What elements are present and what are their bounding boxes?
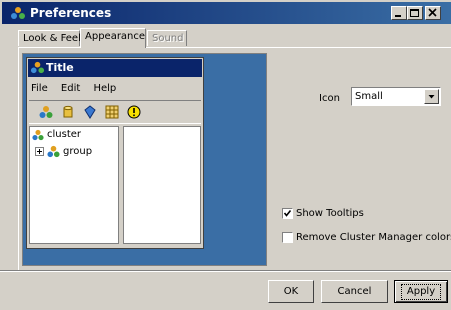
icon-size-label: Icon <box>319 93 340 104</box>
tab-label: Sound <box>152 33 184 44</box>
ok-button[interactable]: OK <box>268 280 314 303</box>
app-icon <box>11 7 25 19</box>
icon-size-value: Small <box>355 91 383 102</box>
menu-edit: Edit <box>60 83 81 94</box>
dropdown-button[interactable] <box>424 89 439 104</box>
tab-label: Look & Feel <box>23 33 81 44</box>
preview-title: Title <box>46 61 74 74</box>
show-tooltips-label[interactable]: Show Tooltips <box>296 207 364 220</box>
preview-title-bar: Title <box>28 59 202 77</box>
tab-label: Appearance <box>85 31 146 42</box>
checkmark-icon <box>283 210 292 217</box>
preview-detail-pane <box>123 126 201 244</box>
close-button[interactable] <box>425 6 441 20</box>
window-title: Preferences <box>30 6 112 20</box>
cancel-button[interactable]: Cancel <box>321 280 388 303</box>
tab-look-and-feel[interactable]: Look & Feel <box>18 30 81 46</box>
preview-toolbar <box>29 100 201 124</box>
icon-size-select[interactable]: Small <box>351 87 441 106</box>
tree-item-cluster: cluster <box>47 129 82 140</box>
cluster-icon <box>32 129 44 141</box>
preview-menu-bar: File Edit Help <box>31 82 126 95</box>
preview-app-icon <box>30 61 45 74</box>
menu-file: File <box>31 83 48 94</box>
group-icon <box>47 145 60 158</box>
tree-item-group: group <box>63 146 93 157</box>
maximize-icon <box>410 9 419 17</box>
cluster-icon <box>39 106 53 118</box>
warning-icon <box>127 105 141 119</box>
remove-colors-checkbox[interactable] <box>282 232 293 243</box>
close-icon <box>428 8 437 17</box>
chevron-down-icon <box>428 95 435 99</box>
apply-label: Apply <box>400 283 442 300</box>
minimize-button[interactable] <box>391 6 407 20</box>
title-bar[interactable]: Preferences <box>2 2 451 24</box>
menu-help: Help <box>93 83 117 94</box>
preview-window: Title File Edit Help cluster group <box>26 57 204 249</box>
database-icon <box>63 105 73 118</box>
grid-icon <box>105 105 119 119</box>
minimize-icon <box>395 15 401 17</box>
apply-button[interactable]: Apply <box>394 280 448 303</box>
maximize-button[interactable] <box>407 6 423 20</box>
expand-plus-icon <box>35 147 44 156</box>
preferences-window: Preferences Look & Feel Appearance Sound… <box>0 0 451 310</box>
tab-sound[interactable]: Sound <box>147 30 187 46</box>
gem-icon <box>84 105 96 119</box>
button-separator <box>0 270 451 272</box>
remove-colors-label[interactable]: Remove Cluster Manager colors <box>296 231 451 244</box>
preview-tree: cluster group <box>29 126 119 244</box>
tab-appearance[interactable]: Appearance <box>80 28 146 48</box>
show-tooltips-checkbox[interactable] <box>282 208 293 219</box>
